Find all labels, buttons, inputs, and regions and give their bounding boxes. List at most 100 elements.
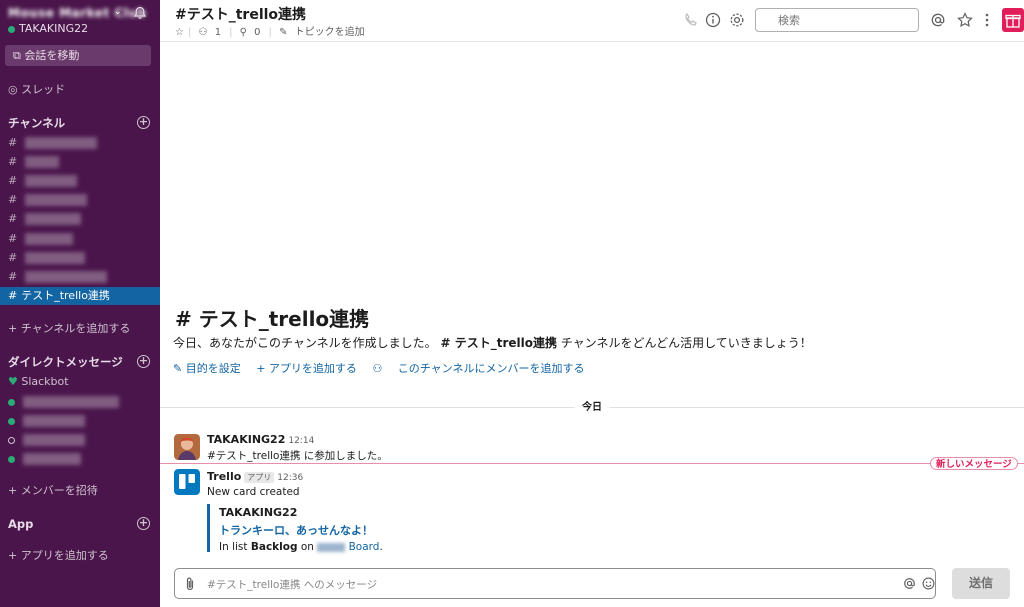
sidebar-channel-active[interactable]: # テスト_trello連携 (0, 287, 160, 305)
add-app-link[interactable]: + アプリを追加する (0, 547, 160, 565)
paperclip-icon[interactable] (183, 576, 197, 592)
add-app-link[interactable]: + アプリを追加する (256, 362, 357, 375)
hash-icon: # (8, 232, 18, 245)
blurred-board-name (317, 542, 346, 552)
channel-intro-title: # テスト_trello連携 (175, 307, 370, 331)
blurred-channel-name (25, 252, 86, 264)
pencil-icon: ✎ (279, 27, 291, 38)
mention-icon[interactable] (902, 576, 917, 591)
blurred-dm-name (23, 453, 81, 465)
presence-dot-away (8, 436, 15, 444)
heart-icon: ♥ (8, 375, 22, 388)
sidebar-channel[interactable]: # (0, 249, 160, 267)
channel-title[interactable]: #テスト_trello連携 (175, 4, 306, 24)
sidebar-channel[interactable]: # (0, 134, 160, 152)
message-pane: # テスト_trello連携 今日、あなたがこのチャンネルを作成しました。 # … (160, 42, 1024, 607)
presence-dot (8, 417, 15, 425)
blurred-channel-name (25, 156, 60, 168)
gift-icon (1005, 14, 1021, 28)
blurred-dm-name (23, 434, 85, 446)
message-author[interactable]: TAKAKING22 12:14 (207, 433, 314, 446)
emoji-icon[interactable] (921, 576, 936, 591)
hash-icon: # (8, 270, 18, 283)
blurred-channel-name (25, 233, 74, 245)
dm-header[interactable]: ダイレクトメッセージ + (0, 353, 160, 371)
gear-icon[interactable] (728, 11, 746, 29)
message-timestamp[interactable]: 12:36 (277, 473, 303, 483)
avatar[interactable] (174, 434, 200, 460)
board-link[interactable]: Board (349, 541, 380, 553)
message-author[interactable]: Trello アプリ 12:36 (207, 470, 303, 483)
sidebar-channel[interactable]: # (0, 230, 160, 248)
apps-header[interactable]: App + (0, 515, 160, 533)
message-text: #テスト_trello連携 に参加しました。 (207, 450, 388, 462)
plus-icon: + (8, 322, 21, 335)
workspace-name[interactable]: Mouse Market Club (8, 6, 146, 20)
day-divider-label[interactable]: 今日 (574, 400, 610, 416)
hash-icon: # (8, 174, 18, 187)
channel-intro-text: 今日、あなたがこのチャンネルを作成しました。 # テスト_trello連携 チャ… (173, 336, 812, 350)
app-badge: アプリ (244, 472, 275, 483)
add-channel-link[interactable]: + チャンネルを追加する (0, 320, 160, 338)
sidebar-channel[interactable]: # (0, 153, 160, 171)
presence-dot (8, 25, 15, 33)
presence-dot (8, 455, 15, 463)
chevron-down-icon[interactable]: ⌄ (114, 7, 122, 17)
sidebar-item-threads[interactable]: ◎ スレッド (0, 81, 160, 99)
add-member-link[interactable]: ⚇ このチャンネルにメンバーを追加する (372, 362, 596, 375)
sidebar-dm[interactable] (0, 450, 160, 468)
attachment-title-link[interactable]: トランキーロ、あっせんなよ！ (219, 522, 507, 538)
trello-avatar[interactable] (174, 469, 200, 495)
blurred-channel-name (25, 271, 108, 283)
sidebar-channel[interactable]: # (0, 191, 160, 209)
sidebar-dm[interactable] (0, 412, 160, 430)
sidebar-dm[interactable] (0, 393, 160, 411)
message-composer[interactable]: #テスト_trello連携 へのメッセージ (174, 568, 936, 599)
info-icon[interactable] (704, 11, 722, 29)
mention-icon[interactable] (929, 11, 947, 29)
phone-icon[interactable] (682, 11, 700, 29)
bell-icon[interactable] (132, 5, 148, 21)
person-icon: ⚇ (198, 27, 211, 38)
add-channel-plus-icon[interactable]: + (137, 116, 150, 129)
blurred-channel-name (25, 213, 82, 225)
gift-button[interactable] (1002, 8, 1024, 32)
sidebar-dm[interactable] (0, 431, 160, 449)
new-messages-label: 新しいメッセージ (930, 457, 1018, 470)
workspace-header[interactable]: Mouse Market Club ⌄ TAKAKING22 (0, 0, 160, 40)
channel-intro-links: ✎ 目的を設定 + アプリを追加する ⚇ このチャンネルにメンバーを追加する (173, 360, 608, 376)
add-dm-plus-icon[interactable]: + (137, 355, 150, 368)
sidebar-dm-slackbot[interactable]: ♥ Slackbot (0, 373, 160, 391)
add-topic-link[interactable]: ✎ トピックを追加 (279, 27, 369, 38)
star-icon[interactable] (956, 11, 974, 29)
attachment-author: TAKAKING22 (219, 506, 298, 519)
blurred-channel-name (25, 194, 88, 206)
message-timestamp[interactable]: 12:14 (288, 436, 314, 446)
sidebar-channel[interactable]: # (0, 210, 160, 228)
jump-to-button[interactable]: ⧉ 会話を移動 (5, 45, 151, 66)
jump-icon: ⧉ (13, 49, 25, 62)
blurred-channel-name (25, 175, 78, 187)
invite-members-link[interactable]: + メンバーを招待 (0, 482, 160, 500)
message-text: New card created (207, 486, 300, 498)
member-count[interactable]: ⚇ 1 (199, 27, 226, 38)
add-app-plus-icon[interactable]: + (137, 517, 150, 530)
send-button[interactable]: 送信 (952, 568, 1010, 599)
more-vertical-icon[interactable] (978, 11, 996, 29)
new-messages-line (160, 463, 1024, 464)
search-input[interactable] (755, 8, 919, 32)
presence-dot (8, 398, 15, 406)
sidebar-channel[interactable]: # (0, 172, 160, 190)
channels-header[interactable]: チャンネル + (0, 114, 160, 132)
set-purpose-link[interactable]: ✎ 目的を設定 (173, 362, 241, 375)
pin-count[interactable]: ⚲ 0 (240, 27, 265, 38)
sidebar-channel[interactable]: # (0, 268, 160, 286)
message-attachment: TAKAKING22 トランキーロ、あっせんなよ！ In list Backlo… (207, 504, 507, 553)
channel-meta: ☆ | ⚇ 1 | ⚲ 0 | ✎ トピックを追加 (175, 23, 373, 38)
hash-icon: # (8, 289, 18, 302)
blurred-channel-name (25, 137, 98, 149)
plus-icon: + (8, 549, 21, 562)
star-icon[interactable]: ☆ (175, 27, 184, 38)
composer-input[interactable]: #テスト_trello連携 へのメッセージ (207, 577, 377, 592)
person-icon: ⚇ (372, 362, 386, 375)
